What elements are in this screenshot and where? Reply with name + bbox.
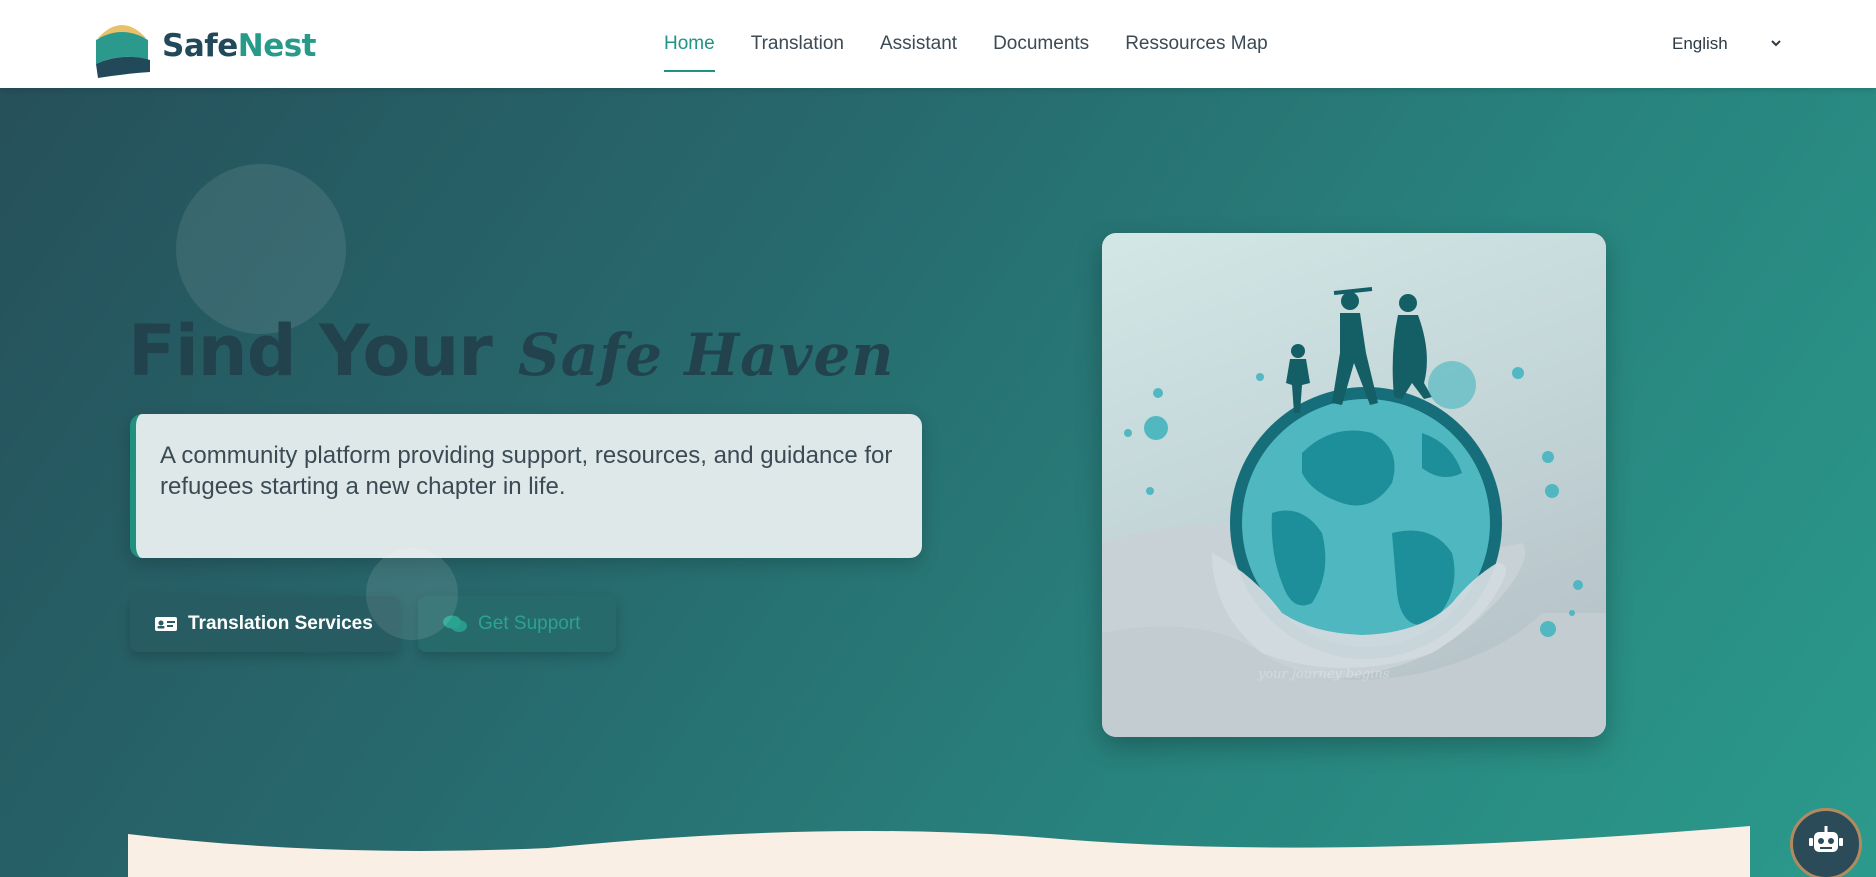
- robot-icon: [1808, 826, 1844, 862]
- decorative-circle: [176, 164, 346, 334]
- brand-name-part2: Nest: [237, 28, 317, 64]
- main-nav: Home Translation Assistant Documents Res…: [664, 0, 1304, 88]
- chevron-down-icon: [1770, 34, 1782, 54]
- nav-translation[interactable]: Translation: [751, 0, 844, 88]
- translation-services-button[interactable]: Translation Services: [130, 596, 400, 652]
- nav-assistant[interactable]: Assistant: [880, 0, 957, 88]
- hero-description-card: A community platform providing support, …: [130, 414, 922, 558]
- hero-title-main: Find Your: [128, 310, 493, 392]
- decorative-circle: [366, 548, 458, 640]
- nav-home[interactable]: Home: [664, 0, 715, 88]
- chatbot-button[interactable]: [1790, 808, 1862, 877]
- safenest-logo-icon: [92, 14, 152, 78]
- language-select-value: English: [1672, 34, 1728, 53]
- id-card-icon: [154, 615, 178, 633]
- language-select[interactable]: English: [1672, 30, 1782, 58]
- nav-ressources-map[interactable]: Ressources Map: [1125, 0, 1268, 88]
- hero-title-script: Safe Haven: [517, 321, 895, 389]
- get-support-label: Get Support: [478, 613, 581, 634]
- hero-illustration: your journey begins: [1102, 233, 1606, 737]
- globe-family-illustration: [1102, 287, 1606, 737]
- nav-documents[interactable]: Documents: [993, 0, 1089, 88]
- section-wave-divider: [128, 826, 1750, 877]
- brand-logo[interactable]: SafeNest: [92, 14, 317, 78]
- top-navbar: SafeNest Home Translation Assistant Docu…: [0, 0, 1876, 88]
- brand-name-part1: Safe: [162, 28, 238, 64]
- hero-description: A community platform providing support, …: [160, 442, 893, 500]
- hero-title: Find Your Safe Haven: [128, 310, 895, 392]
- translation-services-label: Translation Services: [188, 613, 373, 634]
- hero-section: Find Your Safe Haven A community platfor…: [0, 88, 1876, 877]
- brand-name: SafeNest: [162, 28, 317, 64]
- illustration-caption: your journey begins: [1258, 667, 1390, 682]
